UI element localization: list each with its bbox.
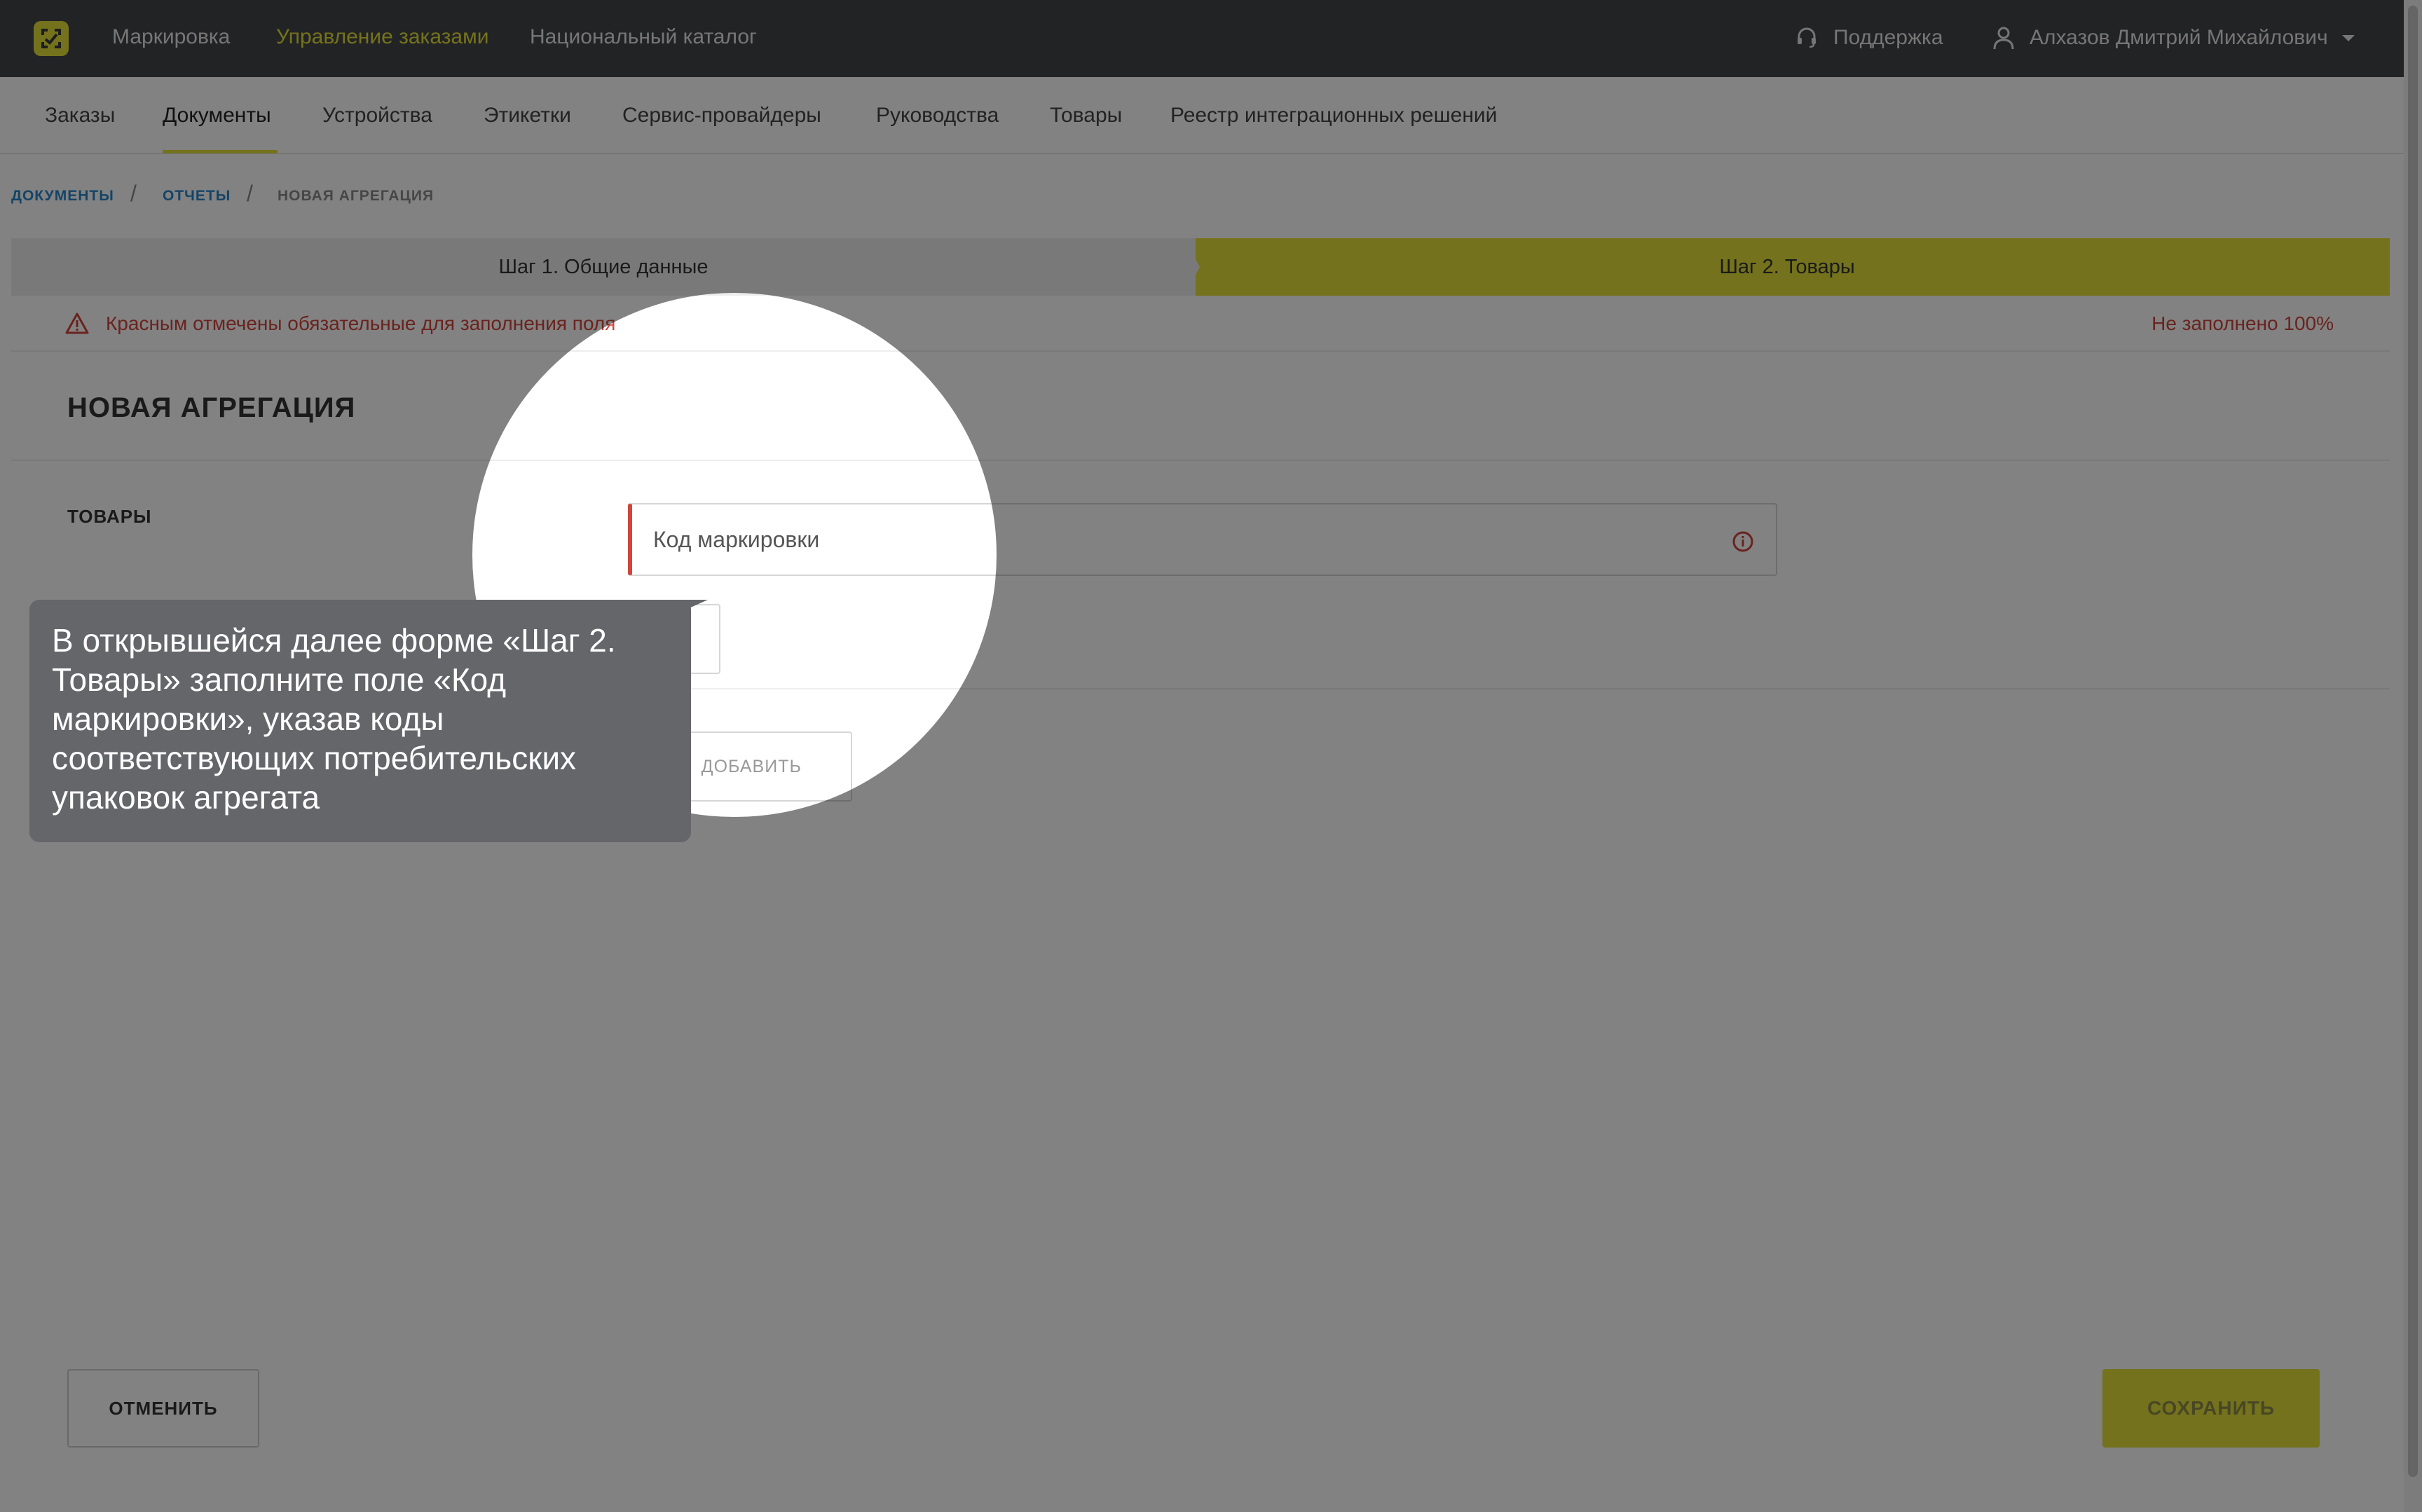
step-1-general[interactable]: Шаг 1. Общие данные — [11, 238, 1196, 296]
topnav-order-management[interactable]: Управление заказами — [276, 25, 489, 49]
page-title: НОВАЯ АГРЕГАЦИЯ — [67, 392, 356, 423]
tab-orders[interactable]: Заказы — [45, 104, 115, 128]
top-header: Маркировка Управление заказами Националь… — [0, 0, 2422, 77]
fill-progress-text: Не заполнено 100% — [2151, 312, 2334, 334]
user-name: Алхазов Дмитрий Михайлович — [2030, 26, 2328, 49]
breadcrumb-reports[interactable]: ОТЧЕТЫ — [163, 188, 231, 205]
tab-labels[interactable]: Этикетки — [484, 104, 571, 128]
app-logo-icon[interactable] — [34, 21, 69, 56]
breadcrumb-separator: / — [247, 181, 253, 206]
breadcrumb-separator: / — [130, 181, 137, 206]
save-button[interactable]: СОХРАНИТЬ — [2102, 1369, 2320, 1448]
support-label: Поддержка — [1833, 26, 1943, 49]
topnav-marking[interactable]: Маркировка — [112, 25, 230, 49]
scrollbar[interactable] — [2404, 0, 2422, 1512]
breadcrumb-current: НОВАЯ АГРЕГАЦИЯ — [278, 188, 435, 204]
add-button-label: ДОБАВИТЬ — [701, 756, 802, 776]
required-notice: Красным отмечены обязательные для заполн… — [11, 296, 2390, 352]
step-arrow — [1184, 238, 1200, 296]
section-label-goods: ТОВАРЫ — [67, 506, 152, 527]
topnav-national-catalog[interactable]: Национальный каталог — [530, 25, 757, 49]
marking-code-input[interactable]: Код маркировки — [628, 503, 1777, 576]
divider — [628, 688, 2390, 689]
user-icon — [1993, 27, 2014, 50]
tab-goods[interactable]: Товары — [1050, 104, 1122, 128]
support-link[interactable]: Поддержка — [1794, 21, 1943, 55]
divider — [11, 460, 2390, 461]
step-2-goods[interactable]: Шаг 2. Товары — [1184, 238, 2390, 296]
scrollbar-thumb[interactable] — [2408, 6, 2418, 1477]
secondary-nav: Заказы Документы Устройства Этикетки Сер… — [0, 77, 2422, 154]
tab-documents[interactable]: Документы — [163, 104, 271, 128]
tab-service-providers[interactable]: Сервис-провайдеры — [622, 104, 821, 128]
tab-integration-registry[interactable]: Реестр интеграционных решений — [1170, 104, 1497, 128]
tab-manuals[interactable]: Руководства — [876, 104, 999, 128]
tab-devices[interactable]: Устройства — [322, 104, 432, 128]
cancel-button[interactable]: ОТМЕНИТЬ — [67, 1369, 259, 1448]
info-circle-icon — [1732, 531, 1753, 552]
tutorial-tooltip: В открывшейся далее форме «Шаг 2. Товары… — [29, 600, 691, 842]
marking-code-label: Код маркировки — [653, 527, 820, 552]
required-notice-text: Красным отмечены обязательные для заполн… — [106, 312, 616, 334]
user-menu[interactable]: Алхазов Дмитрий Михайлович — [1992, 21, 2355, 55]
warning-triangle-icon — [65, 312, 89, 334]
chevron-down-icon — [2341, 34, 2355, 41]
tooltip-text: В открывшейся далее форме «Шаг 2. Товары… — [52, 622, 616, 816]
breadcrumb-documents[interactable]: ДОКУМЕНТЫ — [11, 188, 114, 205]
active-tab-indicator — [163, 150, 278, 153]
headset-icon — [1798, 27, 1816, 48]
